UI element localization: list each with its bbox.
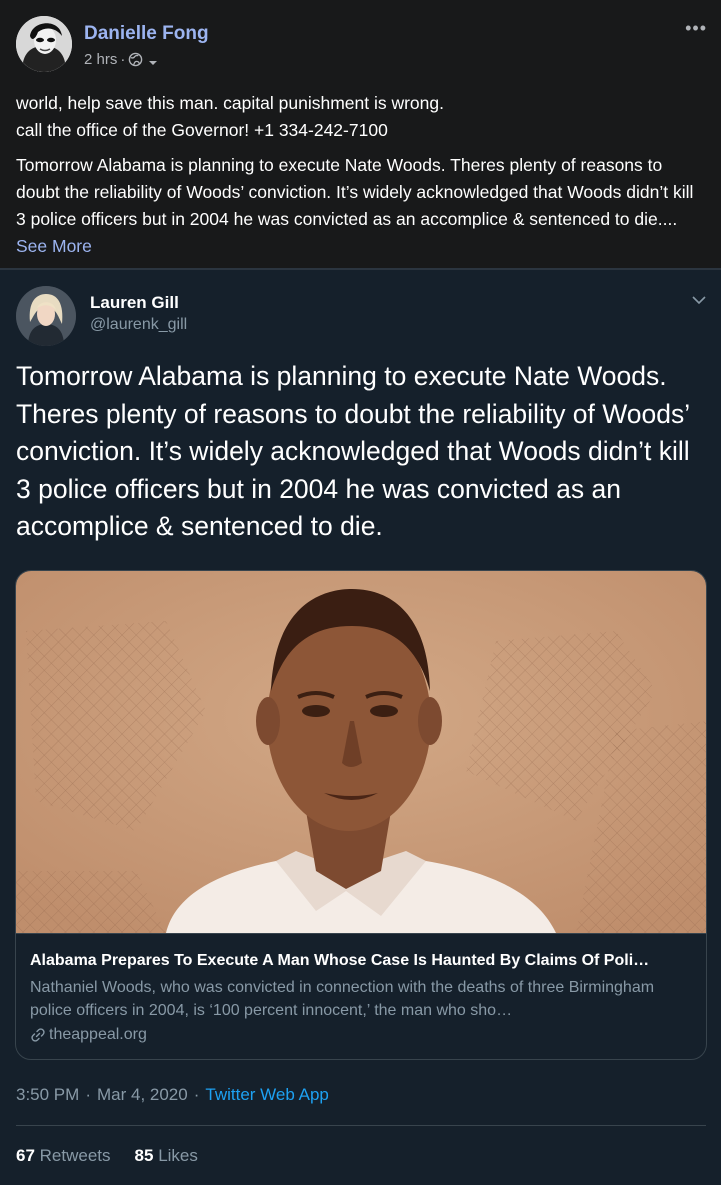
tweet-time[interactable]: 3:50 PM bbox=[16, 1085, 79, 1105]
retweets-label: Retweets bbox=[39, 1146, 111, 1165]
see-more-link[interactable]: See More bbox=[16, 236, 92, 256]
post-line-1: world, help save this man. capital punis… bbox=[16, 93, 444, 113]
tweet-author-handle[interactable]: @laurenk_gill bbox=[90, 316, 187, 334]
dot-separator-2: · bbox=[193, 1085, 200, 1104]
likes-count: 85 bbox=[134, 1146, 154, 1165]
post-text: world, help save this man. capital punis… bbox=[16, 90, 706, 268]
author-avatar[interactable] bbox=[16, 16, 72, 72]
author-name[interactable]: Danielle Fong bbox=[84, 23, 209, 45]
link-card[interactable]: Alabama Prepares To Execute A Man Whose … bbox=[15, 570, 707, 1060]
likes-label: Likes bbox=[158, 1146, 198, 1165]
caret-down-icon[interactable] bbox=[148, 55, 158, 65]
chevron-down-icon[interactable] bbox=[691, 292, 707, 308]
screenshot: Danielle Fong 2 hrs · ••• world, help sa… bbox=[0, 0, 721, 1185]
post-body: Tomorrow Alabama is planning to execute … bbox=[16, 155, 694, 229]
tweet-timestamp: 3:50 PM · Mar 4, 2020 · Twitter Web App bbox=[16, 1085, 329, 1105]
tweet-date[interactable]: Mar 4, 2020 bbox=[97, 1085, 188, 1105]
tweet-source-link[interactable]: Twitter Web App bbox=[205, 1085, 328, 1105]
post-meta: 2 hrs · bbox=[84, 51, 158, 68]
card-body: Alabama Prepares To Execute A Man Whose … bbox=[16, 933, 706, 1059]
retweets-stat[interactable]: 67 Retweets bbox=[16, 1146, 111, 1166]
meta-separator: · bbox=[120, 51, 126, 68]
likes-stat[interactable]: 85 Likes bbox=[135, 1146, 198, 1166]
retweets-count: 67 bbox=[16, 1146, 35, 1165]
divider bbox=[0, 268, 721, 270]
link-icon bbox=[31, 1028, 45, 1042]
tweet-author-name[interactable]: Lauren Gill bbox=[90, 293, 179, 313]
ellipsis-icon[interactable]: ••• bbox=[685, 18, 707, 39]
card-title[interactable]: Alabama Prepares To Execute A Man Whose … bbox=[30, 950, 694, 972]
card-image[interactable] bbox=[16, 571, 707, 933]
card-domain-label: theappeal.org bbox=[49, 1026, 147, 1043]
facebook-post: Danielle Fong 2 hrs · ••• world, help sa… bbox=[0, 0, 721, 268]
post-line-2: call the office of the Governor! +1 334-… bbox=[16, 120, 388, 140]
divider bbox=[16, 1125, 706, 1126]
card-description: Nathaniel Woods, who was convicted in co… bbox=[30, 979, 655, 1019]
tweet-text: Tomorrow Alabama is planning to execute … bbox=[16, 361, 690, 541]
tweet-stats: 67 Retweets 85 Likes bbox=[16, 1146, 198, 1166]
card-domain[interactable]: theappeal.org bbox=[30, 1023, 694, 1047]
dot-separator: · bbox=[85, 1085, 91, 1104]
post-time[interactable]: 2 hrs bbox=[84, 51, 117, 68]
tweet-author-avatar[interactable] bbox=[16, 286, 76, 346]
globe-icon[interactable] bbox=[128, 52, 143, 67]
